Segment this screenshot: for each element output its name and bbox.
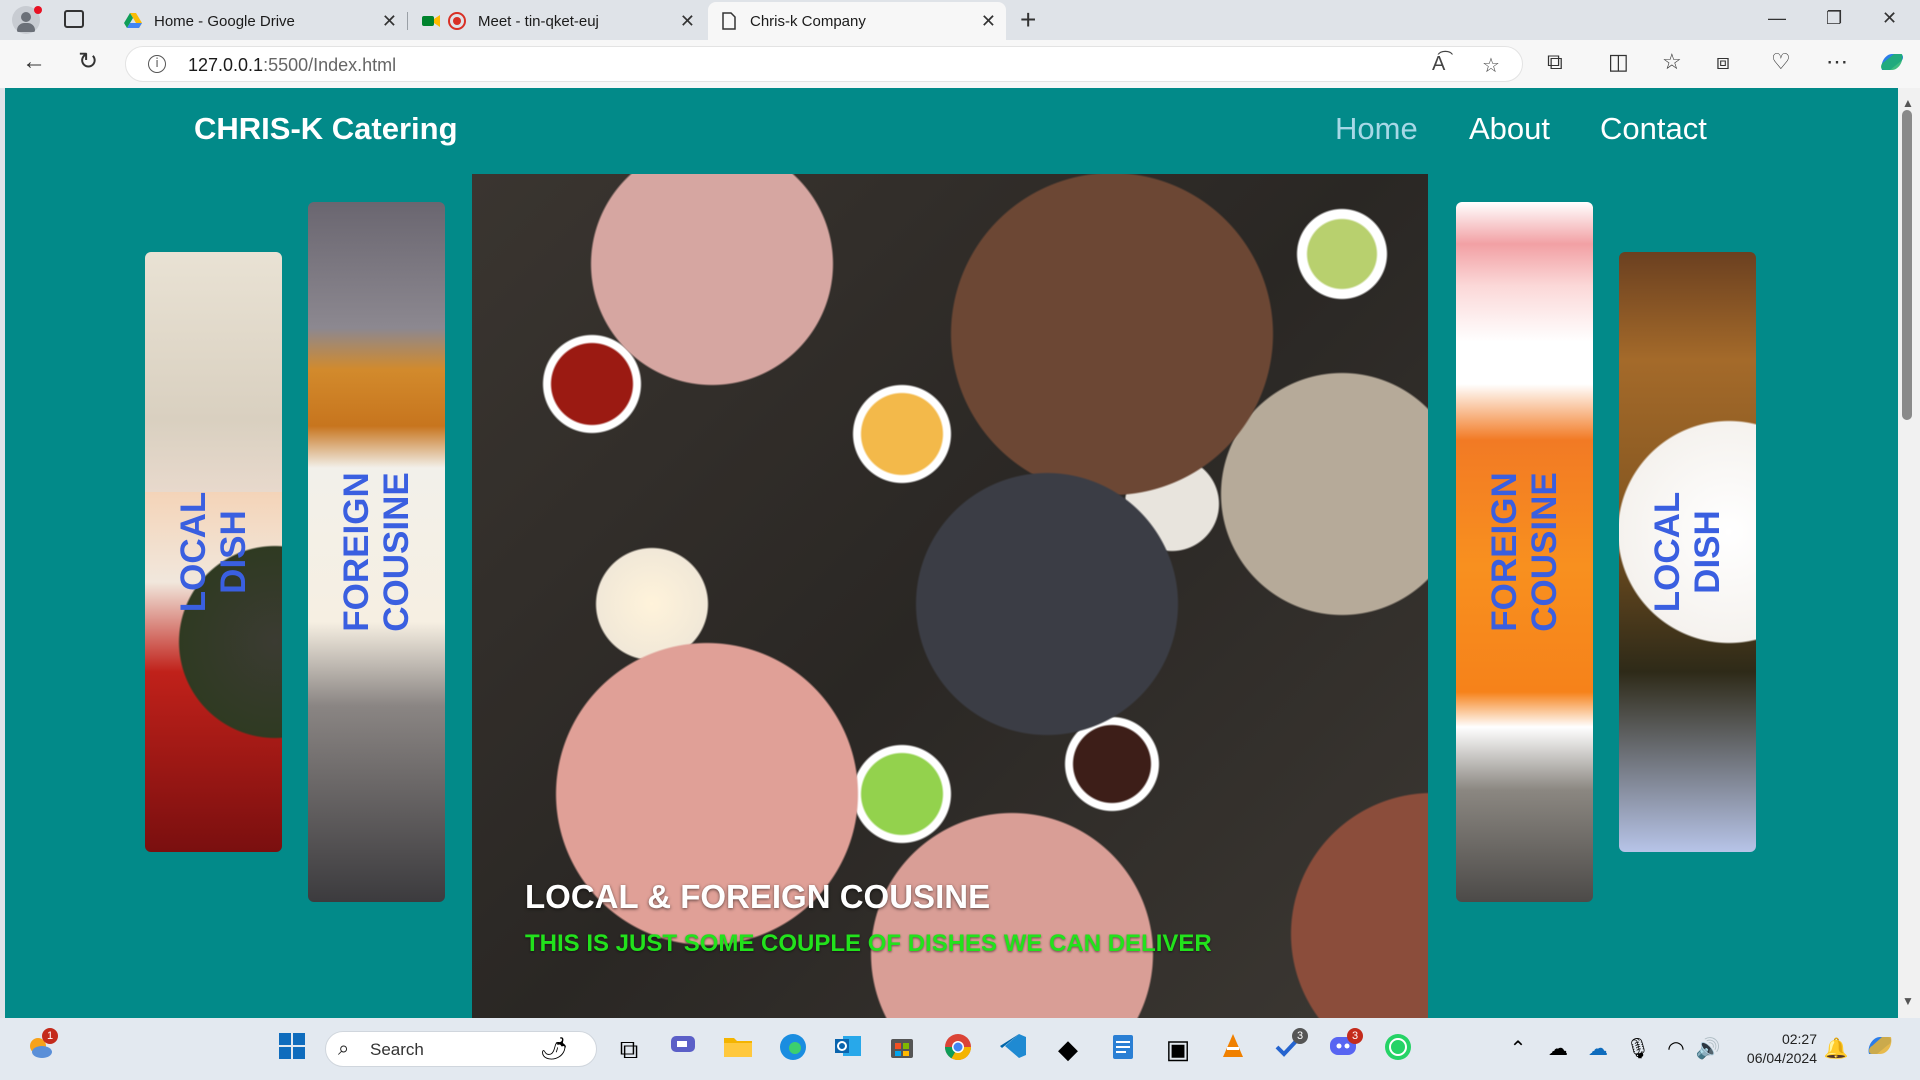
microphone-icon[interactable]: 🎙 [1620,1032,1656,1066]
scroll-up-icon[interactable]: ▲ [1902,96,1914,110]
hero-subtitle: THIS IS JUST SOME COUPLE OF DISHES WE CA… [525,930,1212,957]
wifi-icon[interactable]: ◠ [1658,1032,1694,1066]
notification-badge: 3 [1292,1028,1308,1044]
site-brand[interactable]: CHRIS-K Catering [194,111,458,147]
tab-chris-k-company[interactable]: Chris-k Company ✕ [708,2,1006,40]
local-dish-card[interactable]: LOCAL DISH [1619,252,1756,852]
read-aloud-icon[interactable]: A͡ [1432,53,1445,76]
more-menu-icon[interactable]: ⋯ [1826,50,1848,74]
network-error-icon[interactable]: ☁ [1540,1032,1576,1066]
tab-label: Meet - tin-qket-euj [478,12,599,30]
notifications-bell-icon[interactable]: 🔔 [1818,1032,1854,1066]
minimize-icon[interactable]: — [1768,8,1786,29]
notification-badge: 3 [1347,1028,1363,1044]
extensions-icon[interactable]: ⧉ [1547,50,1563,74]
taskbar-search[interactable]: ⌕ Search 🌶 [325,1031,597,1067]
foreign-cousine-card[interactable]: FOREIGN COUSINE [308,202,445,902]
close-window-icon[interactable]: ✕ [1882,8,1897,29]
close-tab-icon[interactable]: ✕ [981,11,996,32]
card-label: LOCAL DISH [173,491,253,613]
teams-chat-icon[interactable] [665,1032,701,1066]
close-tab-icon[interactable]: ✕ [680,11,695,32]
card-label: FOREIGN COUSINE [1484,472,1564,632]
browser-tab-strip: Home - Google Drive ✕ Meet - tin-qket-eu… [0,0,1920,40]
start-icon[interactable] [274,1032,310,1068]
google-meet-icon [422,12,440,30]
scroll-down-icon[interactable]: ▼ [1902,994,1914,1008]
foreign-cousine-card[interactable]: FOREIGN COUSINE [1456,202,1593,902]
hero-title: LOCAL & FOREIGN COUSINE [525,878,991,915]
notepad-icon[interactable] [1105,1032,1141,1068]
search-label: Search [370,1040,424,1059]
tab-google-drive[interactable]: Home - Google Drive ✕ [112,2,408,40]
search-icon: ⌕ [338,1038,350,1060]
restore-icon[interactable]: ❐ [1826,8,1842,29]
back-icon[interactable]: ← [22,50,46,74]
tab-actions-icon[interactable] [64,10,84,28]
collections-icon[interactable]: ⧈ [1716,50,1730,74]
google-drive-icon [124,12,142,30]
address-bar[interactable]: i 127.0.0.1:5500/Index.html A͡ ☆ [125,46,1523,82]
onedrive-icon[interactable]: ☁ [1580,1032,1616,1066]
nav-home-link[interactable]: Home [1335,111,1418,147]
url-text[interactable]: 127.0.0.1:5500/Index.html [188,55,396,76]
favorites-icon[interactable]: ☆ [1662,50,1682,74]
microsoft-store-icon[interactable] [884,1032,920,1068]
card-label: LOCAL DISH [1647,491,1727,613]
outlook-icon[interactable] [830,1032,866,1068]
tab-google-meet[interactable]: Meet - tin-qket-euj ✕ [410,2,705,40]
browser-toolbar: ← ↻ i 127.0.0.1:5500/Index.html A͡ ☆ ⧉ ◫… [0,40,1920,88]
recording-icon [448,12,466,30]
taskbar: 1 ⌕ Search 🌶 ⧉ ◆ ▣ 3 3 ⌃ ☁ ☁ 🎙 ◠ 🔊 02:27… [0,1018,1920,1080]
search-highlight-icon: 🌶 [540,1036,568,1061]
copilot-taskbar-icon[interactable] [1862,1032,1898,1068]
task-view-icon[interactable]: ⧉ [611,1032,647,1066]
volume-icon[interactable]: 🔊 [1690,1032,1726,1066]
edge-icon[interactable] [775,1032,811,1070]
tab-label: Chris-k Company [750,12,866,30]
system-clock[interactable]: 02:27 06/04/2024 [1733,1030,1817,1068]
browser-essentials-icon[interactable]: ♡ [1771,50,1791,74]
site-info-icon[interactable]: i [148,55,166,73]
git-icon[interactable]: ◆ [1050,1032,1086,1066]
reload-icon[interactable]: ↻ [78,50,98,74]
new-tab-icon[interactable]: + [1020,6,1036,34]
page-icon [720,12,738,30]
clock-time: 02:27 [1781,1031,1817,1047]
clock-date: 06/04/2024 [1746,1050,1817,1066]
copilot-icon[interactable] [1878,50,1906,79]
close-tab-icon[interactable]: ✕ [382,11,397,32]
chevron-up-icon[interactable]: ⌃ [1500,1032,1536,1066]
scrollbar-thumb[interactable] [1902,110,1912,420]
whatsapp-icon[interactable] [1380,1032,1416,1070]
profile-avatar-icon[interactable] [12,6,42,34]
vscode-icon[interactable] [995,1032,1031,1068]
vlc-icon[interactable] [1215,1032,1251,1068]
favorite-star-icon[interactable]: ☆ [1482,53,1500,78]
local-dish-card[interactable]: LOCAL DISH [145,252,282,852]
web-page: CHRIS-K Catering Home About Contact LOCA… [5,88,1898,1018]
split-screen-icon[interactable]: ◫ [1608,50,1629,74]
app-icon[interactable]: ▣ [1160,1032,1196,1066]
file-explorer-icon[interactable] [720,1032,756,1066]
nav-contact-link[interactable]: Contact [1600,111,1707,147]
hero-food-image: LOCAL & FOREIGN COUSINE THIS IS JUST SOM… [472,174,1428,1018]
tab-label: Home - Google Drive [154,12,295,30]
card-label: FOREIGN COUSINE [336,472,416,632]
nav-about-link[interactable]: About [1469,111,1550,147]
notification-badge: 1 [42,1028,58,1044]
chrome-icon[interactable] [940,1032,976,1070]
